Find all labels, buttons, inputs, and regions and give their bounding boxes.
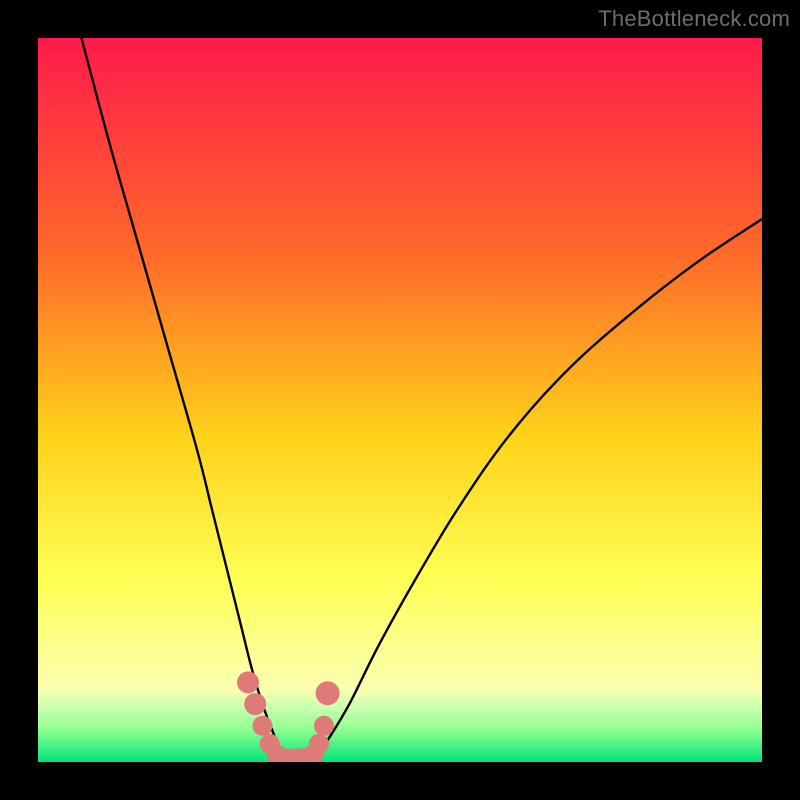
watermark-text: TheBottleneck.com: [598, 6, 790, 32]
curve-right-branch: [313, 219, 762, 762]
curve-layer: [38, 38, 762, 762]
highlight-dot: [237, 671, 259, 693]
outer-frame: TheBottleneck.com: [0, 0, 800, 800]
highlight-dot: [316, 681, 340, 705]
plot-area: [38, 38, 762, 762]
curve-left-branch: [81, 38, 284, 762]
highlight-dot: [252, 716, 272, 736]
highlight-dot: [244, 693, 266, 715]
highlight-dot: [314, 716, 334, 736]
highlight-dot: [309, 734, 329, 754]
